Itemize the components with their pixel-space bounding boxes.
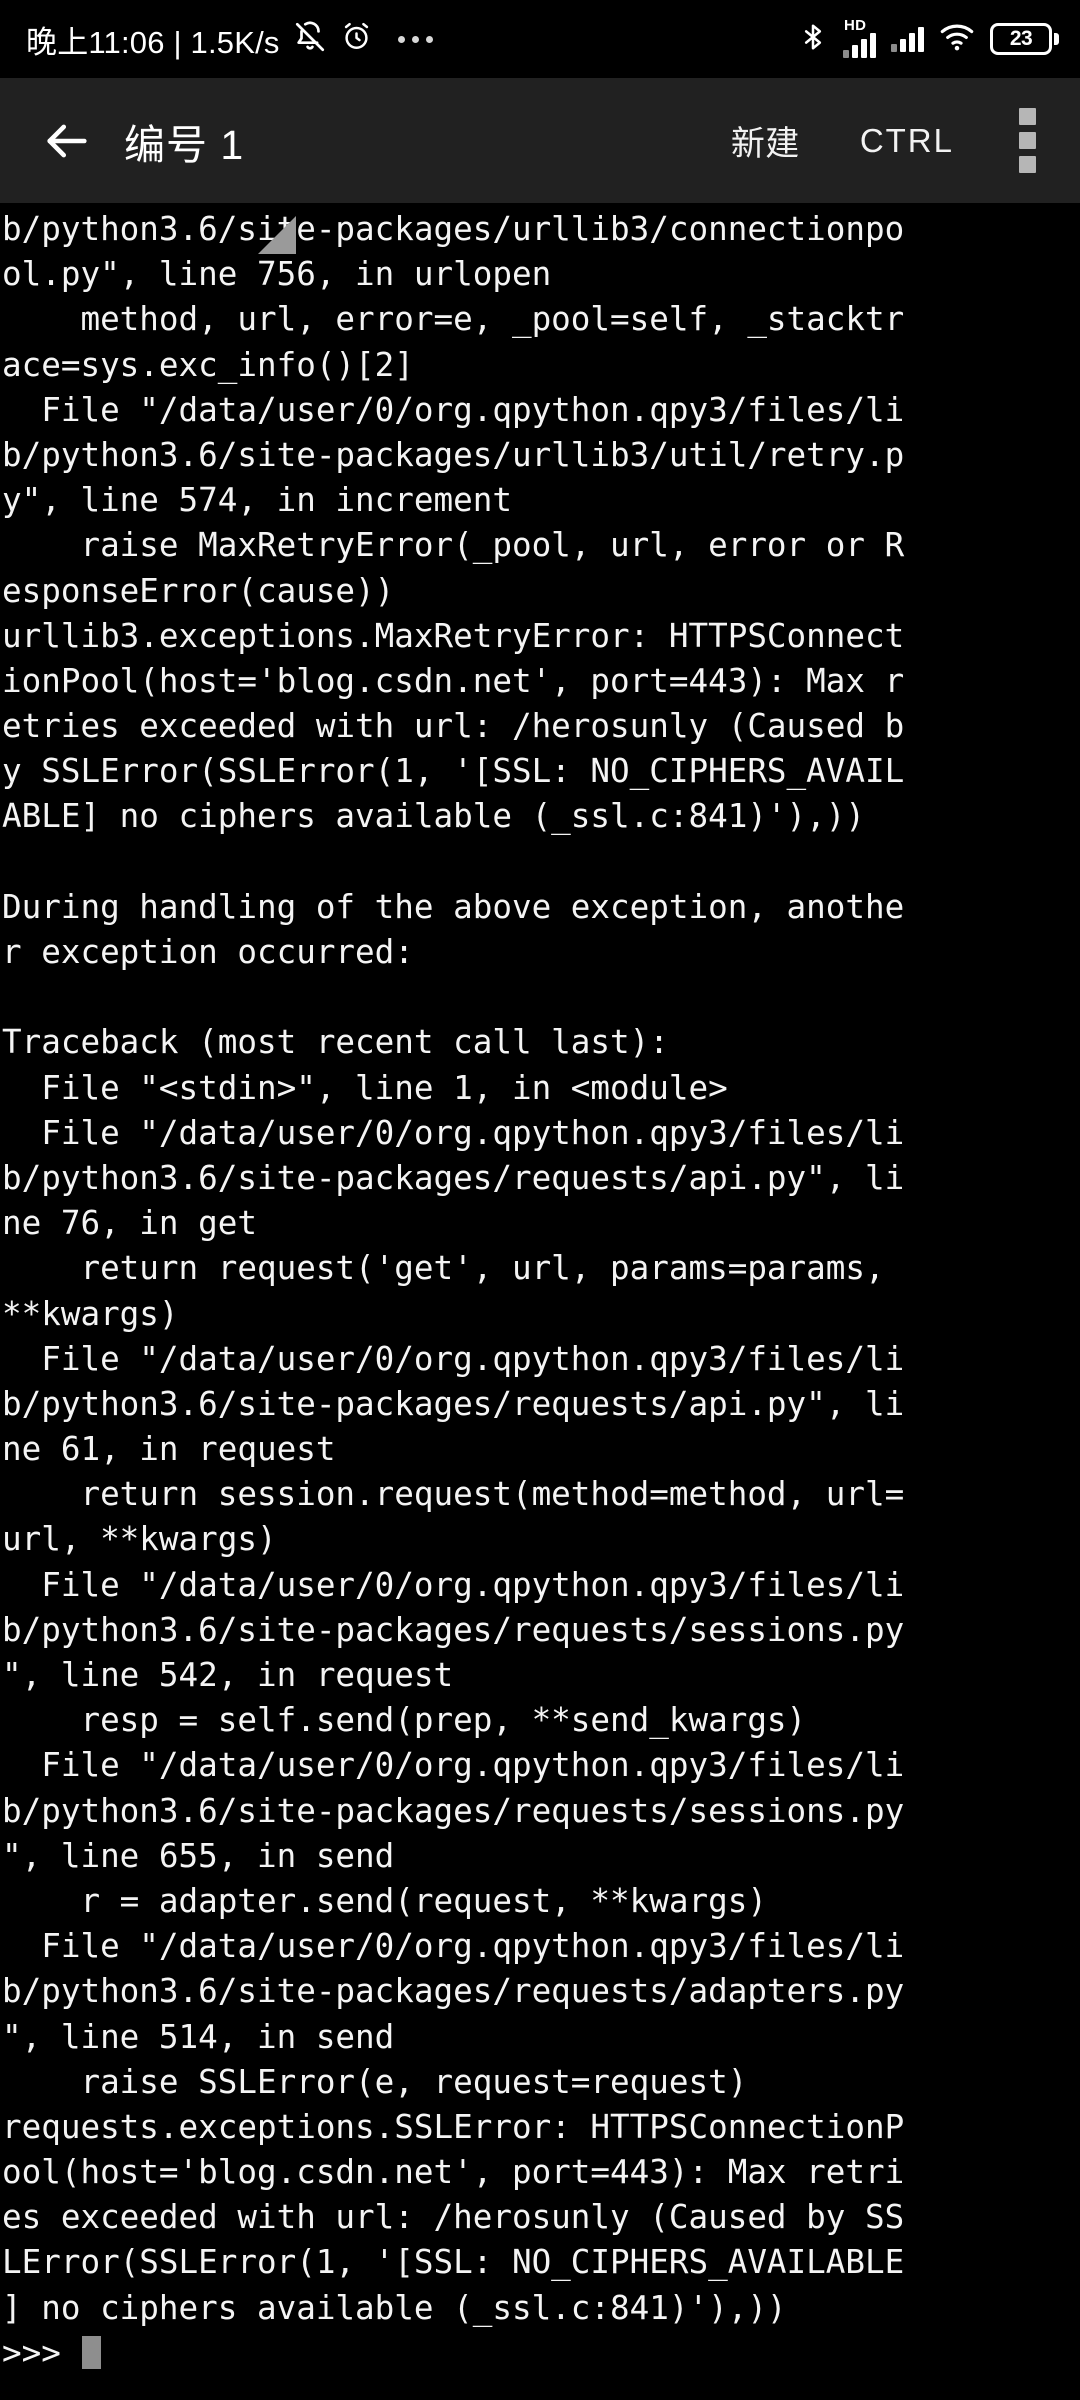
terminal-line: raise MaxRetryError(_pool, url, error or… bbox=[2, 526, 905, 565]
terminal-line: b/python3.6/site-packages/requests/adapt… bbox=[2, 1972, 905, 2011]
signal-hd-icon: HD bbox=[843, 17, 876, 58]
terminal-line: return session.request(method=method, ur… bbox=[2, 1475, 905, 1514]
terminal-line: etries exceeded with url: /herosunly (Ca… bbox=[2, 707, 905, 746]
prompt-symbol: >>> bbox=[2, 2333, 81, 2372]
terminal-line: urllib3.exceptions.MaxRetryError: HTTPSC… bbox=[2, 616, 905, 655]
app-toolbar: 编号 1 新建 CTRL bbox=[0, 78, 1080, 254]
bluetooth-icon bbox=[798, 19, 828, 60]
terminal-line: requests.exceptions.SSLError: HTTPSConne… bbox=[2, 2107, 905, 2146]
terminal-line: File "/data/user/0/org.qpython.qpy3/file… bbox=[2, 1113, 905, 1152]
new-button[interactable]: 新建 bbox=[701, 102, 830, 179]
terminal-line: ", line 514, in send bbox=[2, 2017, 395, 2056]
status-bar: 晚上11:06 | 1.5K/s HD 23 bbox=[0, 0, 1080, 78]
back-arrow-icon[interactable] bbox=[36, 110, 98, 172]
terminal-line: ABLE] no ciphers available (_ssl.c:841)'… bbox=[2, 797, 866, 836]
terminal-line: es exceeded with url: /herosunly (Caused… bbox=[2, 2198, 905, 2237]
toolbar-actions: 新建 CTRL bbox=[701, 98, 1062, 184]
status-bar-left: 晚上11:06 | 1.5K/s bbox=[26, 17, 433, 62]
terminal-line: ool(host='blog.csdn.net', port=443): Max… bbox=[2, 2153, 905, 2192]
terminal-line: ace=sys.exc_info()[2] bbox=[2, 345, 414, 384]
terminal-line: raise SSLError(e, request=request) bbox=[2, 2062, 748, 2101]
terminal-line: b/python3.6/site-packages/urllib3/util/r… bbox=[2, 435, 905, 474]
battery-level-label: 23 bbox=[1009, 27, 1033, 50]
text-cursor bbox=[82, 2335, 102, 2369]
terminal-line: url, **kwargs) bbox=[2, 1520, 277, 1559]
terminal-line: return request('get', url, params=params… bbox=[2, 1249, 885, 1288]
app-root: 晚上11:06 | 1.5K/s HD 23 编号 1 新建 CTRL b/py… bbox=[0, 0, 1080, 2400]
terminal-line: File "<stdin>", line 1, in <module> bbox=[2, 1068, 728, 1107]
terminal-line: resp = self.send(prep, **send_kwargs) bbox=[2, 1701, 807, 1740]
terminal-line: b/python3.6/site-packages/urllib3/connec… bbox=[2, 210, 905, 248]
overflow-menu-icon[interactable] bbox=[992, 98, 1062, 184]
wifi-icon bbox=[939, 22, 975, 57]
terminal-line: ", line 542, in request bbox=[2, 1656, 454, 1694]
battery-icon: 23 bbox=[990, 22, 1059, 56]
terminal-line: Traceback (most recent call last): bbox=[2, 1023, 669, 1062]
terminal-line: During handling of the above exception, … bbox=[2, 887, 905, 926]
ctrl-button[interactable]: CTRL bbox=[830, 108, 984, 174]
terminal-line: File "/data/user/0/org.qpython.qpy3/file… bbox=[2, 1565, 905, 1604]
terminal-line: b/python3.6/site-packages/requests/api.p… bbox=[2, 1158, 905, 1197]
status-clock: 晚上11:06 | 1.5K/s bbox=[26, 24, 280, 60]
terminal-line: ] no ciphers available (_ssl.c:841)'),)) bbox=[2, 2288, 787, 2327]
terminal-line: ne 76, in get bbox=[2, 1204, 257, 1243]
terminal-line: y SSLError(SSLError(1, '[SSL: NO_CIPHERS… bbox=[2, 752, 905, 791]
alarm-clock-icon bbox=[340, 20, 373, 58]
terminal-line: ionPool(host='blog.csdn.net', port=443):… bbox=[2, 661, 905, 700]
page-title: 编号 1 bbox=[124, 121, 245, 168]
bell-muted-icon bbox=[293, 20, 327, 59]
terminal-line: File "/data/user/0/org.qpython.qpy3/file… bbox=[2, 1339, 905, 1378]
terminal-line: File "/data/user/0/org.qpython.qpy3/file… bbox=[2, 1746, 905, 1785]
terminal-line: File "/data/user/0/org.qpython.qpy3/file… bbox=[2, 390, 905, 429]
terminal-line: r exception occurred: bbox=[2, 933, 414, 971]
terminal-line: File "/data/user/0/org.qpython.qpy3/file… bbox=[2, 1927, 905, 1966]
terminal-output[interactable]: b/python3.6/site-packages/urllib3/connec… bbox=[0, 203, 1080, 2400]
terminal-line: r = adapter.send(request, **kwargs) bbox=[2, 1881, 767, 1920]
terminal-prompt-line[interactable]: >>> bbox=[2, 2331, 1080, 2376]
terminal-line: LError(SSLError(1, '[SSL: NO_CIPHERS_AVA… bbox=[2, 2243, 905, 2282]
terminal-line: **kwargs) bbox=[2, 1294, 179, 1333]
terminal-line: b/python3.6/site-packages/requests/sessi… bbox=[2, 1791, 905, 1830]
terminal-line: ", line 655, in send bbox=[2, 1836, 395, 1875]
terminal-line: esponseError(cause)) bbox=[2, 571, 395, 610]
terminal-line: y", line 574, in increment bbox=[2, 481, 512, 520]
signal-icon bbox=[891, 26, 924, 52]
terminal-line: b/python3.6/site-packages/requests/sessi… bbox=[2, 1610, 905, 1649]
terminal-line: ol.py", line 756, in urlopen bbox=[2, 255, 552, 294]
network-type-label: HD bbox=[844, 17, 867, 34]
terminal-line: ne 61, in request bbox=[2, 1430, 336, 1469]
terminal-line: b/python3.6/site-packages/requests/api.p… bbox=[2, 1384, 905, 1423]
more-dots-icon bbox=[397, 35, 433, 43]
status-bar-right: HD 23 bbox=[798, 17, 1059, 60]
terminal-line: method, url, error=e, _pool=self, _stack… bbox=[2, 300, 905, 339]
